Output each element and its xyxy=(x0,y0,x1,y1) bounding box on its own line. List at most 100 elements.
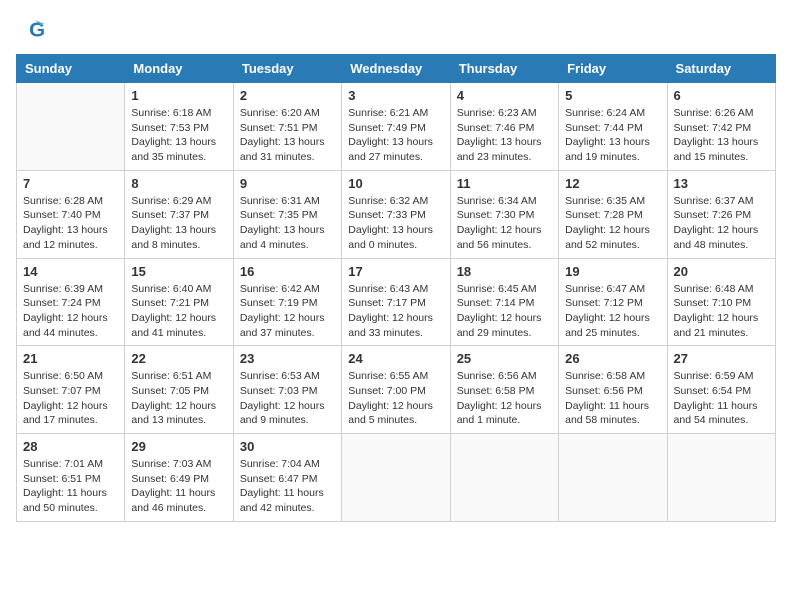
day-info: Sunrise: 6:58 AMSunset: 6:56 PMDaylight:… xyxy=(565,369,660,428)
calendar-week-row: 28 Sunrise: 7:01 AMSunset: 6:51 PMDayligh… xyxy=(17,434,776,522)
day-number: 14 xyxy=(23,264,118,279)
calendar-cell: 3 Sunrise: 6:21 AMSunset: 7:49 PMDaylight… xyxy=(342,83,450,171)
day-number: 30 xyxy=(240,439,335,454)
weekday-header: Thursday xyxy=(450,55,558,83)
day-info: Sunrise: 6:34 AMSunset: 7:30 PMDaylight:… xyxy=(457,194,552,253)
calendar-cell: 21 Sunrise: 6:50 AMSunset: 7:07 PMDayligh… xyxy=(17,346,125,434)
calendar-week-row: 14Sunrise: 6:39 AMSunset: 7:24 PMDayligh… xyxy=(17,258,776,346)
calendar-week-row: 7 Sunrise: 6:28 AMSunset: 7:40 PMDaylight… xyxy=(17,170,776,258)
day-number: 10 xyxy=(348,176,443,191)
day-info: Sunrise: 6:29 AMSunset: 7:37 PMDaylight:… xyxy=(131,194,226,253)
calendar-cell: 25Sunrise: 6:56 AMSunset: 6:58 PMDayligh… xyxy=(450,346,558,434)
day-number: 27 xyxy=(674,351,769,366)
day-number: 13 xyxy=(674,176,769,191)
weekday-header: Saturday xyxy=(667,55,775,83)
calendar-cell: 4 Sunrise: 6:23 AMSunset: 7:46 PMDaylight… xyxy=(450,83,558,171)
calendar-cell: 13 Sunrise: 6:37 AMSunset: 7:26 PMDayligh… xyxy=(667,170,775,258)
day-number: 15 xyxy=(131,264,226,279)
day-number: 19 xyxy=(565,264,660,279)
calendar-cell: 18 Sunrise: 6:45 AMSunset: 7:14 PMDayligh… xyxy=(450,258,558,346)
day-info: Sunrise: 6:31 AMSunset: 7:35 PMDaylight:… xyxy=(240,194,335,253)
day-number: 1 xyxy=(131,88,226,103)
day-info: Sunrise: 6:43 AMSunset: 7:17 PMDaylight:… xyxy=(348,282,443,341)
calendar-cell xyxy=(17,83,125,171)
day-info: Sunrise: 6:40 AMSunset: 7:21 PMDaylight:… xyxy=(131,282,226,341)
calendar-cell: 6 Sunrise: 6:26 AMSunset: 7:42 PMDaylight… xyxy=(667,83,775,171)
calendar-cell xyxy=(667,434,775,522)
day-number: 3 xyxy=(348,88,443,103)
day-info: Sunrise: 6:24 AMSunset: 7:44 PMDaylight:… xyxy=(565,106,660,165)
day-number: 17 xyxy=(348,264,443,279)
day-number: 5 xyxy=(565,88,660,103)
day-number: 9 xyxy=(240,176,335,191)
day-number: 25 xyxy=(457,351,552,366)
day-number: 7 xyxy=(23,176,118,191)
calendar-cell: 7 Sunrise: 6:28 AMSunset: 7:40 PMDaylight… xyxy=(17,170,125,258)
day-number: 24 xyxy=(348,351,443,366)
calendar-cell: 20 Sunrise: 6:48 AMSunset: 7:10 PMDayligh… xyxy=(667,258,775,346)
day-info: Sunrise: 6:59 AMSunset: 6:54 PMDaylight:… xyxy=(674,369,769,428)
day-number: 2 xyxy=(240,88,335,103)
day-info: Sunrise: 6:48 AMSunset: 7:10 PMDaylight:… xyxy=(674,282,769,341)
calendar-table: SundayMondayTuesdayWednesdayThursdayFrid… xyxy=(16,54,776,522)
page-header: G xyxy=(16,16,776,44)
calendar-cell xyxy=(450,434,558,522)
weekday-header: Wednesday xyxy=(342,55,450,83)
calendar-cell: 19 Sunrise: 6:47 AMSunset: 7:12 PMDayligh… xyxy=(559,258,667,346)
day-info: Sunrise: 6:20 AMSunset: 7:51 PMDaylight:… xyxy=(240,106,335,165)
weekday-header: Tuesday xyxy=(233,55,341,83)
day-info: Sunrise: 6:28 AMSunset: 7:40 PMDaylight:… xyxy=(23,194,118,253)
day-number: 20 xyxy=(674,264,769,279)
weekday-header: Friday xyxy=(559,55,667,83)
day-number: 6 xyxy=(674,88,769,103)
day-number: 22 xyxy=(131,351,226,366)
calendar-cell: 27 Sunrise: 6:59 AMSunset: 6:54 PMDayligh… xyxy=(667,346,775,434)
day-info: Sunrise: 6:51 AMSunset: 7:05 PMDaylight:… xyxy=(131,369,226,428)
calendar-cell: 26 Sunrise: 6:58 AMSunset: 6:56 PMDayligh… xyxy=(559,346,667,434)
day-info: Sunrise: 6:45 AMSunset: 7:14 PMDaylight:… xyxy=(457,282,552,341)
calendar-cell: 24 Sunrise: 6:55 AMSunset: 7:00 PMDayligh… xyxy=(342,346,450,434)
day-number: 26 xyxy=(565,351,660,366)
calendar-cell: 14Sunrise: 6:39 AMSunset: 7:24 PMDayligh… xyxy=(17,258,125,346)
day-info: Sunrise: 7:01 AMSunset: 6:51 PMDaylight:… xyxy=(23,457,118,516)
calendar-cell xyxy=(342,434,450,522)
calendar-cell: 5 Sunrise: 6:24 AMSunset: 7:44 PMDaylight… xyxy=(559,83,667,171)
day-info: Sunrise: 6:47 AMSunset: 7:12 PMDaylight:… xyxy=(565,282,660,341)
day-info: Sunrise: 6:42 AMSunset: 7:19 PMDaylight:… xyxy=(240,282,335,341)
calendar-cell: 12Sunrise: 6:35 AMSunset: 7:28 PMDayligh… xyxy=(559,170,667,258)
calendar-cell: 30 Sunrise: 7:04 AMSunset: 6:47 PMDayligh… xyxy=(233,434,341,522)
day-info: Sunrise: 6:37 AMSunset: 7:26 PMDaylight:… xyxy=(674,194,769,253)
calendar-cell: 9 Sunrise: 6:31 AMSunset: 7:35 PMDaylight… xyxy=(233,170,341,258)
day-number: 21 xyxy=(23,351,118,366)
day-info: Sunrise: 6:50 AMSunset: 7:07 PMDaylight:… xyxy=(23,369,118,428)
calendar-cell: 22 Sunrise: 6:51 AMSunset: 7:05 PMDayligh… xyxy=(125,346,233,434)
day-number: 28 xyxy=(23,439,118,454)
calendar-cell: 15 Sunrise: 6:40 AMSunset: 7:21 PMDayligh… xyxy=(125,258,233,346)
day-info: Sunrise: 6:26 AMSunset: 7:42 PMDaylight:… xyxy=(674,106,769,165)
day-info: Sunrise: 6:21 AMSunset: 7:49 PMDaylight:… xyxy=(348,106,443,165)
calendar-cell: 28 Sunrise: 7:01 AMSunset: 6:51 PMDayligh… xyxy=(17,434,125,522)
svg-text:G: G xyxy=(29,19,44,42)
weekday-header: Sunday xyxy=(17,55,125,83)
logo: G xyxy=(16,16,48,44)
calendar-cell: 23Sunrise: 6:53 AMSunset: 7:03 PMDayligh… xyxy=(233,346,341,434)
calendar-header-row: SundayMondayTuesdayWednesdayThursdayFrid… xyxy=(17,55,776,83)
calendar-cell: 10 Sunrise: 6:32 AMSunset: 7:33 PMDayligh… xyxy=(342,170,450,258)
calendar-cell: 17 Sunrise: 6:43 AMSunset: 7:17 PMDayligh… xyxy=(342,258,450,346)
day-number: 8 xyxy=(131,176,226,191)
day-number: 11 xyxy=(457,176,552,191)
calendar-cell: 11 Sunrise: 6:34 AMSunset: 7:30 PMDayligh… xyxy=(450,170,558,258)
calendar-cell: 2 Sunrise: 6:20 AMSunset: 7:51 PMDaylight… xyxy=(233,83,341,171)
day-info: Sunrise: 6:55 AMSunset: 7:00 PMDaylight:… xyxy=(348,369,443,428)
day-number: 4 xyxy=(457,88,552,103)
day-number: 18 xyxy=(457,264,552,279)
day-info: Sunrise: 6:23 AMSunset: 7:46 PMDaylight:… xyxy=(457,106,552,165)
day-number: 12 xyxy=(565,176,660,191)
calendar-cell: 8 Sunrise: 6:29 AMSunset: 7:37 PMDaylight… xyxy=(125,170,233,258)
day-number: 23 xyxy=(240,351,335,366)
calendar-cell xyxy=(559,434,667,522)
day-info: Sunrise: 6:32 AMSunset: 7:33 PMDaylight:… xyxy=(348,194,443,253)
day-info: Sunrise: 7:04 AMSunset: 6:47 PMDaylight:… xyxy=(240,457,335,516)
weekday-header: Monday xyxy=(125,55,233,83)
logo-icon: G xyxy=(16,16,44,44)
